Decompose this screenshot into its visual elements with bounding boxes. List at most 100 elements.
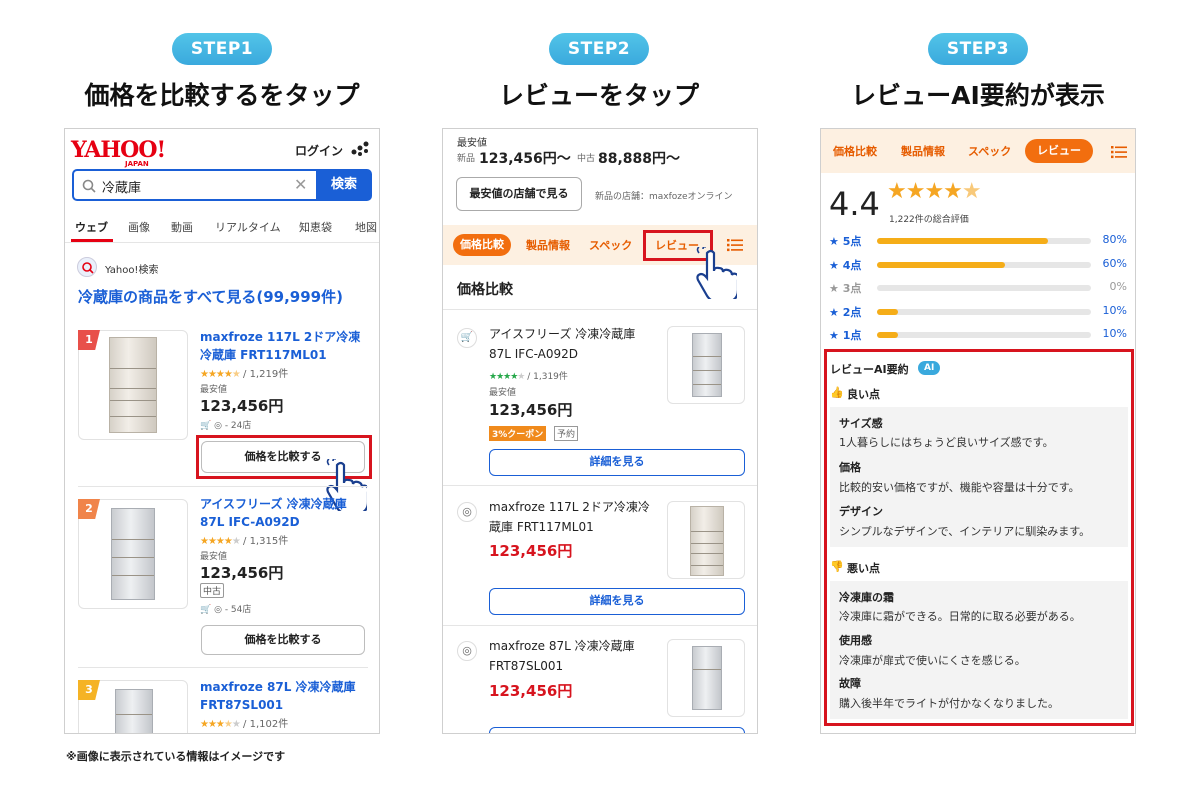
rating-count: / 1,102件 [243,719,289,730]
rating-bar-track [877,238,1091,244]
divider [78,667,368,668]
product-price: 123,456円 [200,564,284,582]
lowest-price-label: 最安値 [457,138,487,149]
tab-web[interactable]: ウェブ [75,219,108,235]
price-label: 最安値 [200,552,228,562]
details-button[interactable]: 詳細を見る [489,588,745,615]
ai-badge: AI [918,361,941,375]
tab-spec[interactable]: スペック [968,143,1011,159]
item-thumb[interactable] [667,501,745,579]
rating-bar-label: ★ 2点 [829,305,862,319]
tab-spec[interactable]: スペック [589,237,632,253]
bad-points-box: 冷凍庫の霜 冷凍庫に霜ができる。日常的に取る必要がある。 使用感 冷凍庫が扉式で… [830,581,1128,719]
search-query: 冷蔵庫 [102,181,142,196]
tab-map[interactable]: 地図 [355,219,377,235]
tab-images[interactable]: 画像 [128,219,150,235]
divider [443,309,757,310]
step1-title: 価格を比較するをタップ [84,81,360,110]
good-heading: 良い点 [847,388,880,401]
compare-price-button[interactable]: 価格を比較する [201,625,365,655]
source-label: Yahoo!検索 [105,265,159,276]
list-menu-icon[interactable] [1111,144,1127,159]
score-stars: ★★★★★ [887,179,983,204]
reserve-badge: 予約 [554,426,579,441]
step2-badge: STEP2 [549,33,649,65]
product-price: 123,456円 [200,397,284,415]
search-button[interactable]: 検索 [316,169,372,201]
phone-step1: YAHOO! JAPAN ログイン 冷蔵庫 ✕ 検索 ウェブ 画像 動画 リアル… [64,128,380,734]
good-point-title: 価格 [839,461,861,474]
clear-icon[interactable]: ✕ [294,175,307,194]
bad-point-text: 冷凍庫に霜ができる。日常的に取る必要がある。 [839,610,1081,623]
item-name[interactable]: maxfroze 87L 冷凍冷蔵庫 FRT87SL001 [489,636,657,676]
rating-bar-label: ★ 1点 [829,329,862,342]
rating-stars: ★★★★★ [200,369,241,380]
yahoo-logo-sub: JAPAN [125,160,149,168]
lowest-shop-button[interactable]: 最安値の店舗で見る [456,177,582,211]
price-label: 最安値 [489,388,517,398]
bad-point-title: 冷凍庫の霜 [839,591,894,604]
rating-bar-label: ★ 4点 [829,258,862,272]
details-button-partial[interactable] [489,727,745,733]
bad-point-text: 冷凍庫が扉式で使いにくさを感じる。 [839,654,1026,667]
tab-review[interactable]: レビュー [1025,139,1093,163]
step2-title: レビューをタップ [498,81,699,110]
bad-point-title: 故障 [839,677,861,690]
login-link[interactable]: ログイン [295,142,343,159]
menu-dots-icon[interactable] [349,139,371,157]
bad-point-title: 使用感 [839,634,872,647]
product-name[interactable]: アイスフリーズ 冷凍冷蔵庫 87L IFC-A092D [200,495,370,531]
fridge-image [111,508,155,600]
bad-point-text: 購入後半年でライトが付かなくなりました。 [839,697,1059,710]
item-price: 123,456円 [489,682,573,700]
phone-step3: 価格比較 製品情報 スペック レビュー 4.4 ★★★★★ 1,222件の総合評… [820,128,1136,734]
cart-icon: 🛒 [200,605,212,615]
new-label: 新品 [457,154,476,164]
search-input[interactable]: 冷蔵庫 ✕ [72,169,317,201]
good-point-title: デザイン [839,505,883,518]
ai-summary-title: レビューAI要約 [830,363,909,376]
yahoo-logo[interactable]: YAHOO! [71,137,166,163]
section-heading: 価格比較 [457,282,513,298]
step1-badge: STEP1 [172,33,272,65]
product-rating: ★★★★★ / 1,315件 [200,532,288,547]
tab-videos[interactable]: 動画 [171,219,193,235]
shop-count: 🛒 ◎ - 54店 [200,602,251,615]
details-button[interactable]: 詳細を見る [489,449,745,476]
item-thumb[interactable] [667,639,745,717]
tab-product-info[interactable]: 製品情報 [901,143,945,159]
rating-count: / 1,319件 [527,372,568,382]
fridge-image [115,689,153,733]
tab-price-compare[interactable]: 価格比較 [453,234,511,256]
item-name[interactable]: アイスフリーズ 冷凍冷蔵庫 87L IFC-A092D [489,324,651,364]
tap-hand-icon [693,245,740,304]
globe-icon: ◎ [457,641,477,661]
coupon-badge: 3%クーポン [489,426,547,441]
thumbs-up-icon: 👍 [830,386,844,399]
good-point-title: サイズ感 [839,417,883,430]
rating-bar-percent: 10% [1102,327,1127,340]
rating-bar-label: ★ 5点 [829,235,862,248]
yahoo-search-icon [77,257,97,277]
tab-chiebukuro[interactable]: 知恵袋 [299,219,332,235]
item-name[interactable]: maxfroze 117L 2ドア冷凍冷蔵庫 FRT117ML01 [489,497,657,537]
rating-bar-percent: 80% [1102,233,1127,246]
product-name[interactable]: maxfroze 87L 冷凍冷蔵庫 FRT87SL001 [200,678,370,714]
rating-bar-track [877,285,1091,291]
rating-count: / 1,315件 [243,536,289,547]
fridge-image [109,337,157,433]
product-name[interactable]: maxfroze 117L 2ドア冷凍冷蔵庫 FRT117ML01 [200,328,370,364]
rating-bar-fill [877,238,1049,244]
tab-product-info[interactable]: 製品情報 [526,237,570,253]
rating-count: / 1,219件 [243,369,289,380]
rating-bar-percent: 10% [1102,303,1127,317]
used-price: 88,888円〜 [598,151,681,167]
globe-icon: ◎ [457,502,477,522]
item-thumb[interactable] [667,326,745,404]
step3-title: レビューAI要約が表示 [851,81,1105,110]
see-all-link[interactable]: 冷蔵庫の商品をすべて見る(99,999件) [78,286,343,307]
tab-realtime[interactable]: リアルタイム [215,219,281,235]
item-price: 123,456円 [489,542,573,560]
tab-price-compare[interactable]: 価格比較 [833,143,877,159]
used-label: 中古 [577,154,596,164]
